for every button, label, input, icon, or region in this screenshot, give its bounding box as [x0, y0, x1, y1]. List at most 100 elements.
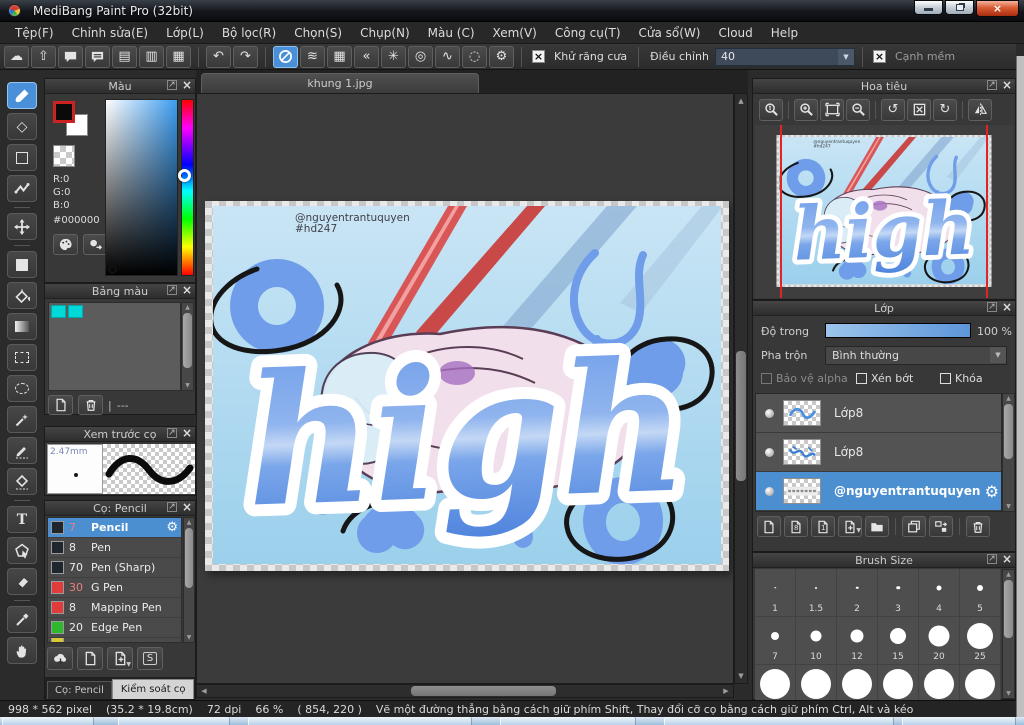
scroll-up-icon[interactable]: ▲ — [735, 95, 747, 107]
hue-slider[interactable] — [181, 99, 194, 276]
grid-snap-button[interactable]: ▦ — [327, 45, 352, 68]
clipping-checkbox[interactable]: Xén bớt — [856, 372, 913, 385]
merge-layer-button[interactable] — [929, 516, 953, 537]
comment-button[interactable] — [58, 45, 83, 68]
fit-screen-button[interactable] — [820, 98, 844, 121]
add-layer-button[interactable] — [757, 516, 781, 537]
taskbar-window-fragment[interactable] — [118, 717, 230, 725]
close-button[interactable]: × — [976, 0, 1019, 17]
brush-size-cell[interactable]: 7 — [755, 617, 796, 665]
add-palette-color-button[interactable] — [48, 395, 73, 415]
taskbar-window-fragment[interactable] — [500, 717, 636, 725]
popout-icon[interactable]: ↗ — [166, 285, 177, 295]
palette-swatch[interactable] — [51, 305, 66, 318]
brush-size-scrollbar[interactable]: ▲ ▼ — [1002, 569, 1015, 699]
layer-visibility-dot[interactable] — [765, 408, 774, 418]
scroll-left-icon[interactable]: ◀ — [198, 685, 210, 697]
palette-panel-header[interactable]: Bảng màu ↗ × — [45, 284, 195, 299]
close-icon[interactable]: × — [1002, 553, 1012, 565]
brush-size-cell[interactable]: 20 — [919, 617, 960, 665]
comment-list-button[interactable] — [85, 45, 110, 68]
layer-row[interactable]: Lớp8 — [756, 394, 1001, 433]
brush-list-scrollbar[interactable]: ▲ ▼ — [183, 517, 195, 643]
taskbar-window-fragment[interactable] — [248, 717, 472, 725]
brush-size-cell[interactable]: 1.5 — [796, 569, 837, 617]
taskbar-window-fragment[interactable] — [902, 717, 1016, 725]
cloud-button[interactable]: ☁ — [4, 45, 29, 68]
eraser-tool[interactable]: ◇ — [7, 113, 37, 140]
taskbar-window-fragment[interactable] — [2, 717, 94, 725]
brush-tool[interactable] — [7, 82, 37, 109]
scroll-thumb[interactable] — [183, 313, 192, 368]
vanishing-point-button[interactable]: « — [354, 45, 379, 68]
eyedropper-tool[interactable] — [7, 606, 37, 633]
layer-row[interactable]: Lớp8 — [756, 433, 1001, 472]
canvas-vertical-scrollbar[interactable]: ▲ ▼ — [734, 93, 748, 684]
menu-item[interactable]: Help — [762, 23, 807, 43]
brush-list-item[interactable]: 7 Pencil ⚙ — [48, 518, 181, 538]
brush-size-cell[interactable]: 10 — [796, 617, 837, 665]
document-settings-button[interactable]: ▥ — [139, 45, 164, 68]
lasso-tool[interactable] — [7, 375, 37, 402]
eraser-slant-tool[interactable] — [7, 568, 37, 595]
brush-size-cell[interactable]: 5 — [960, 569, 1001, 617]
rotate-ccw-button[interactable]: ↺ — [881, 98, 905, 121]
layer-scrollbar[interactable]: ▲ ▼ — [1002, 393, 1015, 512]
correction-none-button[interactable] — [273, 45, 298, 68]
menu-item[interactable]: Chụp(N) — [351, 23, 419, 43]
scroll-down-icon[interactable]: ▼ — [1003, 689, 1014, 698]
scroll-down-icon[interactable]: ▼ — [735, 670, 747, 682]
close-icon[interactable]: × — [182, 427, 192, 439]
scroll-down-icon[interactable]: ▼ — [1003, 502, 1014, 511]
brush-size-cell[interactable] — [878, 665, 919, 700]
tab-brush-control[interactable]: Kiểm soát cọ — [111, 679, 195, 699]
close-icon[interactable]: × — [1002, 301, 1012, 313]
duplicate-layer-button[interactable] — [902, 516, 926, 537]
scroll-down-icon[interactable]: ▼ — [182, 381, 193, 390]
scroll-down-icon[interactable]: ▼ — [184, 633, 194, 642]
zoom-out-button[interactable] — [846, 98, 870, 121]
popout-icon[interactable]: ↗ — [986, 302, 997, 312]
brush-size-cell[interactable] — [837, 665, 878, 700]
download-brush-button[interactable] — [47, 647, 73, 670]
menu-item[interactable]: Tệp(F) — [6, 23, 63, 43]
script-brush-button[interactable]: S — [137, 647, 163, 670]
select-eraser-tool[interactable] — [7, 468, 37, 495]
menu-item[interactable]: Cloud — [710, 23, 762, 43]
preview-panel-header[interactable]: Xem trước cọ ↗ × — [45, 427, 195, 442]
canvas-horizontal-scrollbar[interactable]: ◀ ▶ — [196, 684, 734, 698]
add-folder-button[interactable] — [865, 516, 889, 537]
gear-icon[interactable]: ⚙ — [985, 482, 999, 501]
palette-swatches[interactable] — [48, 302, 181, 391]
opacity-slider[interactable] — [825, 323, 971, 338]
menu-item[interactable]: Lớp(L) — [157, 23, 213, 43]
brush-size-cell[interactable]: 2 — [837, 569, 878, 617]
adjust-dropdown[interactable]: 40 ▼ — [714, 47, 855, 66]
brush-size-panel-header[interactable]: Brush Size ↗ × — [753, 553, 1015, 568]
brush-list-item[interactable]: 8 Pen — [48, 538, 181, 558]
minimize-button[interactable] — [914, 0, 943, 15]
popout-icon[interactable]: ↗ — [986, 80, 997, 90]
brush-size-cell[interactable] — [919, 665, 960, 700]
ellipse-snap-button[interactable]: ◌ — [462, 45, 487, 68]
curve-snap-button[interactable]: ∿ — [435, 45, 460, 68]
hue-cursor[interactable] — [178, 169, 191, 182]
close-icon[interactable]: × — [1002, 79, 1012, 91]
close-icon[interactable]: × — [182, 284, 192, 296]
brush-list-item[interactable]: 8 Mapping Pen — [48, 598, 181, 618]
antialias-checkbox[interactable]: × — [532, 50, 545, 63]
menu-item[interactable]: Cửa sổ(W) — [630, 23, 710, 43]
brush-panel-header[interactable]: Cọ: Pencil ↗ × — [45, 501, 195, 516]
transparent-color-swatch[interactable] — [53, 145, 75, 167]
brush-size-cell[interactable]: 12 — [837, 617, 878, 665]
fill-rectangle-tool[interactable] — [7, 251, 37, 278]
layer-visibility-dot[interactable] — [765, 447, 774, 457]
document-button[interactable]: ▤ — [112, 45, 137, 68]
gear-icon[interactable]: ⚙ — [166, 520, 178, 535]
undo-button[interactable]: ↶ — [206, 45, 231, 68]
brush-size-cell[interactable] — [755, 665, 796, 700]
delete-palette-color-button[interactable] — [78, 395, 103, 415]
color-panel-header[interactable]: Màu ↗ × — [45, 79, 195, 94]
brush-list-item[interactable] — [48, 638, 181, 642]
layer-row[interactable]: @nguyentrantuquyen ⚙ — [756, 472, 1001, 511]
